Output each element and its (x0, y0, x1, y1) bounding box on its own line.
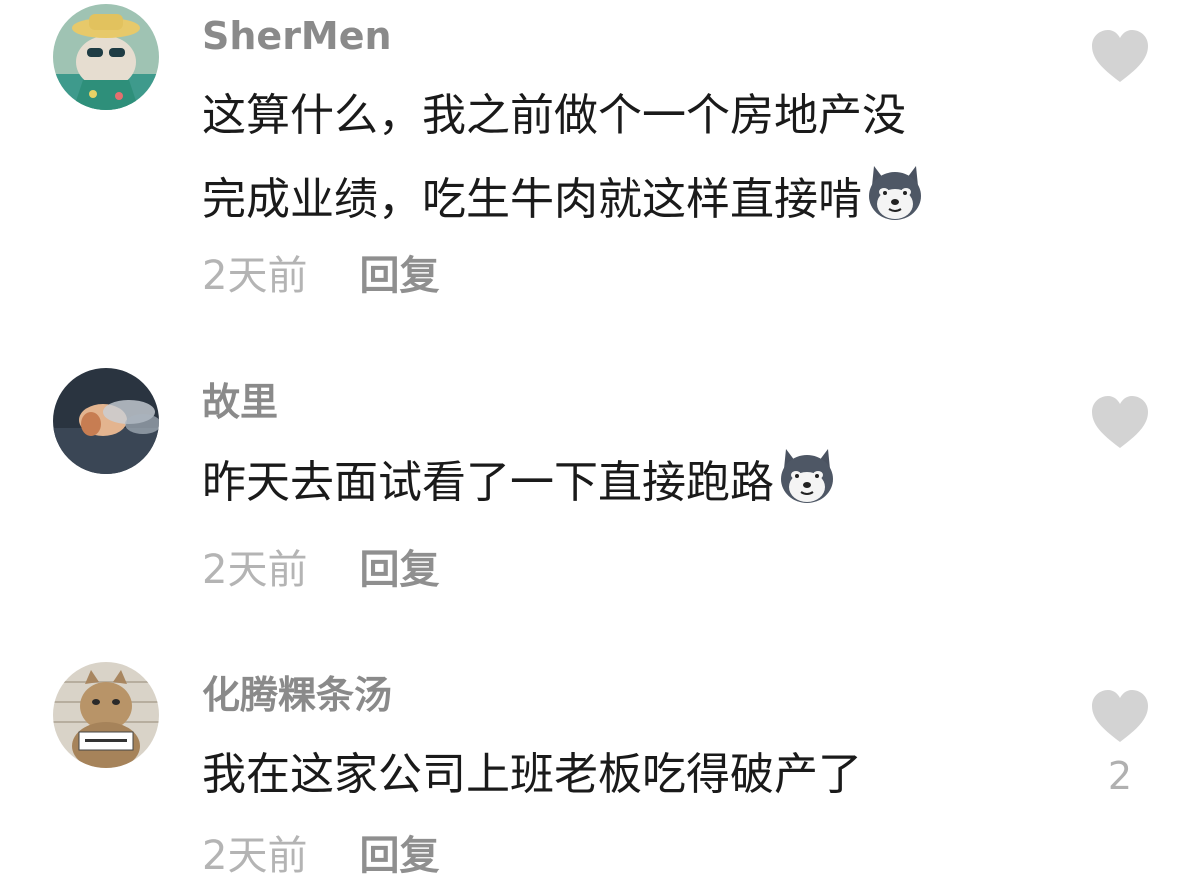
comment-text: 我在这家公司上班老板吃得破产了 (202, 733, 1022, 817)
comment-line: 这算什么，我之前做个一个房地产没 (202, 90, 906, 141)
comment-meta: 2天前 回复 (202, 256, 439, 296)
reply-button[interactable]: 回复 (359, 833, 439, 879)
timestamp: 2天前 (202, 833, 308, 879)
cat-mugshot-avatar (53, 662, 159, 768)
reply-button[interactable]: 回复 (359, 547, 439, 593)
heart-icon[interactable] (1089, 28, 1151, 84)
comment-line: 完成业绩，吃生牛肉就这样直接啃 (202, 158, 1022, 242)
comment-text: 这算什么，我之前做个一个房地产没 完成业绩，吃生牛肉就这样直接啃 (202, 74, 1022, 242)
like-count: 2 (1107, 754, 1133, 798)
cat-sunglasses-avatar (53, 4, 159, 110)
username[interactable]: 化腾粿条汤 (202, 676, 392, 714)
avatar[interactable] (53, 662, 159, 768)
avatar[interactable] (53, 368, 159, 474)
username[interactable]: 故里 (202, 383, 278, 421)
reply-button[interactable]: 回复 (359, 253, 439, 299)
username[interactable]: SherMen (202, 17, 392, 55)
husky-emoji-icon (864, 162, 926, 224)
comment-meta: 2天前 回复 (202, 550, 439, 590)
comment-line: 昨天去面试看了一下直接跑路 (202, 441, 1022, 525)
comment-text: 昨天去面试看了一下直接跑路 (202, 441, 1022, 525)
avatar[interactable] (53, 4, 159, 110)
comment-line-text: 昨天去面试看了一下直接跑路 (202, 457, 774, 508)
heart-icon[interactable] (1089, 688, 1151, 744)
comment-line: 我在这家公司上班老板吃得破产了 (202, 749, 862, 800)
timestamp: 2天前 (202, 547, 308, 593)
heart-icon[interactable] (1089, 394, 1151, 450)
comment-meta: 2天前 回复 (202, 836, 439, 876)
husky-emoji-icon (776, 445, 838, 507)
timestamp: 2天前 (202, 253, 308, 299)
comment-line-text: 完成业绩，吃生牛肉就这样直接啃 (202, 174, 862, 225)
smoke-portrait-avatar (53, 368, 159, 474)
